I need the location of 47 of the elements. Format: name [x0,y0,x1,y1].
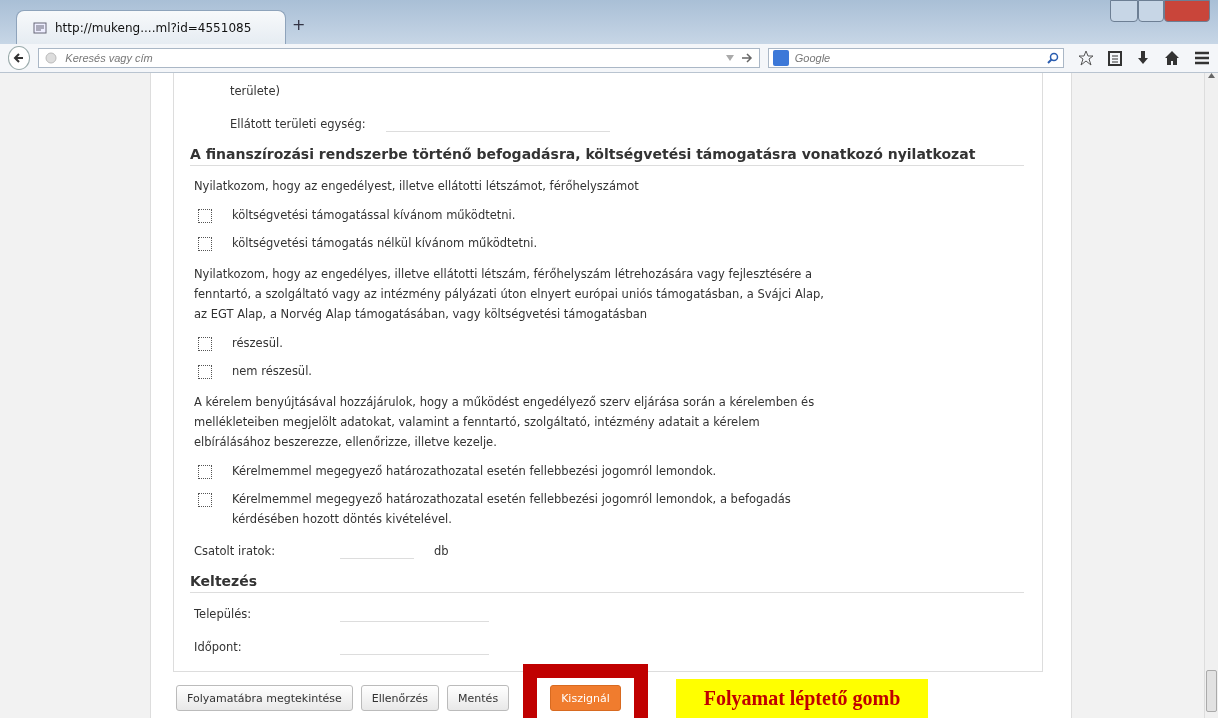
annotation-label: Folyamat léptető gomb [675,678,929,718]
field-label: Ellátott területi egység: [230,116,366,131]
field-label: Időpont: [194,639,243,654]
field-label: Település: [194,606,253,621]
checkbox[interactable] [198,237,212,251]
home-icon [1164,50,1180,66]
download-icon [1136,50,1150,66]
browser-tab[interactable]: http://mukeng....ml?id=4551085 [16,10,286,44]
section-heading: A finanszírozási rendszerbe történő befogadásra, költségvetési támogatásra vonatkozó nyilatkozat [190,140,1024,166]
address-field[interactable]: Keresés vagy cím [38,48,760,68]
go-arrow-icon [740,53,753,63]
action-button[interactable]: Folyamatábra megtekintése [176,685,353,711]
form-text: A kérelem benyújtásával hozzájárulok, hogy a működést engedélyező szerv eljárása során a kérelemben és mellékleteiben megjelölt adatokat, valamint a fenntartó, szolgáltató, intézmény adatait a kérelem elbírálásához beszerezze, ellenőrizze, illetve kezelje. [193,394,816,451]
search-field[interactable]: Google [767,48,1064,68]
action-button[interactable]: Mentés [447,685,510,711]
search-engine-icon [772,50,789,66]
form-text: területe) [229,83,281,100]
maximize-button[interactable] [1138,0,1164,22]
checkbox[interactable] [198,209,212,223]
checkbox[interactable] [198,493,212,507]
back-button[interactable] [8,46,31,70]
unit-label: db [434,543,449,558]
checkbox[interactable] [198,465,212,479]
menu-icon [1194,50,1210,66]
dropdown-icon [724,54,735,62]
minimize-button[interactable] [1110,0,1138,22]
action-button[interactable]: Ellenőrzés [360,685,440,711]
scrollbar[interactable] [1204,73,1218,718]
field-label: Csatolt iratok: [194,543,277,558]
checkbox-label: Kérelmemmel megegyező határozathozatal esetén fellebbezési jogomról lemondok, a befogadás kérdésében hozott döntés kivételével. [232,491,792,528]
checkbox-label: költségvetési támogatással kívánom működtetni. [232,207,516,224]
star-icon [1078,50,1094,66]
scrollbar-thumb[interactable] [1206,670,1217,712]
clipboard-icon [1108,50,1122,66]
checkbox-label: Kérelmemmel megegyező határozathozatal esetén fellebbezési jogomról lemondok. [232,463,717,480]
page-icon [33,21,47,34]
new-tab-button[interactable]: + [292,15,306,44]
checkbox-label: nem részesül. [232,363,312,380]
back-arrow-icon [13,52,26,64]
checkbox[interactable] [198,337,212,351]
checkbox-label: költségvetési támogatás nélkül kívánom működtetni. [232,235,538,252]
form-text: Nyilatkozom, hogy az engedélyest, illetve ellátotti létszámot, férőhelyszámot [193,178,640,195]
form-text: Nyilatkozom, hogy az engedélyes, illetve ellátotti létszám, férőhelyszám létrehozására vagy fejlesztésére a fenntartó, a szolgáltató vagy az intézmény pályázati úton elnyert európai uniós támogatásban, a Svájci Alap, az EGT Alap, a Norvég Alap támogatásában, vagy költségvetési támogatásban [193,266,824,323]
checkbox-label: részesül. [232,335,283,352]
checkbox[interactable] [198,365,212,379]
search-icon [1047,52,1059,64]
section-heading: Keltezés [190,567,1024,593]
